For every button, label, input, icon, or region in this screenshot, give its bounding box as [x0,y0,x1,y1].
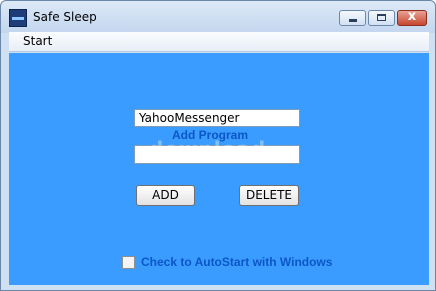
close-button[interactable]: x [397,9,427,26]
delete-button[interactable]: DELETE [239,185,299,206]
minimize-icon [349,19,357,22]
app-window: Safe Sleep x Start Add Program download … [0,0,436,291]
app-icon[interactable] [9,9,27,27]
watermark: download [149,137,267,161]
app-icon-stripe [12,17,24,20]
program-input[interactable] [134,109,300,127]
window-title: Safe Sleep [33,10,97,24]
maximize-button[interactable] [368,10,395,26]
menu-start[interactable]: Start [23,34,52,48]
main-panel: Add Program download ADD DELETE Check to… [9,53,429,285]
menu-bar: Start [9,32,429,52]
autostart-label[interactable]: Check to AutoStart with Windows [141,255,332,269]
autostart-checkbox[interactable] [122,256,135,269]
maximize-icon [377,14,386,21]
title-bar[interactable]: Safe Sleep x [1,1,435,33]
close-icon: x [407,9,417,24]
minimize-button[interactable] [339,10,366,26]
add-button[interactable]: ADD [136,185,195,206]
